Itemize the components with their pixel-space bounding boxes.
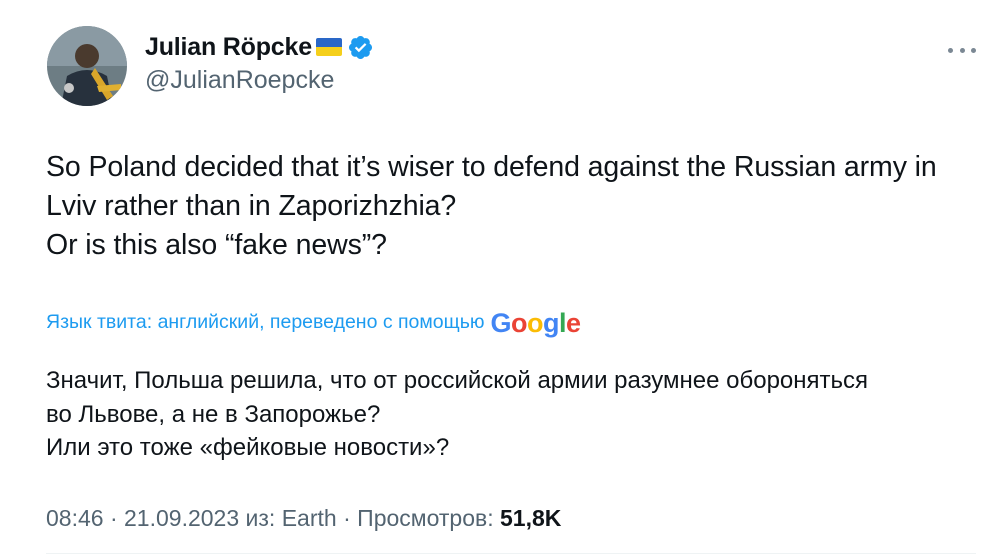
source-prefix: из: [245,505,276,531]
author-block: Julian Röpcke @JulianRoepcke [145,30,374,95]
tweet-date[interactable]: 21.09.2023 [124,505,239,531]
dot [948,47,953,53]
author-name-row: Julian Röpcke [145,30,374,64]
avatar[interactable] [47,26,127,106]
tweet-text: So Poland decided that it’s wiser to def… [46,148,986,265]
ukraine-flag-icon [315,38,342,56]
translated-text-line: Или это тоже «фейковые новости»? [46,434,450,461]
views-count[interactable]: 51,8K [500,505,561,531]
more-options-icon[interactable] [948,46,976,54]
translated-text-line: во Львове, а не в Запорожье? [46,400,381,428]
translation-label: Язык твита: английский, переведено с пом… [46,311,485,333]
views-label[interactable]: Просмотров: [357,505,493,531]
dot [959,47,965,53]
separator: · [336,505,358,531]
dot [971,47,976,53]
divider [46,553,976,554]
verified-badge-icon[interactable] [347,34,374,61]
author-display-name[interactable]: Julian Röpcke [145,33,312,62]
avatar-image [47,26,127,106]
tweet-card: Julian Röpcke @JulianRoepcke So Poland d… [0,0,1000,558]
translation-attribution-link[interactable]: Язык твита: английский, переведено с пом… [46,306,581,338]
author-handle[interactable]: @JulianRoepcke [145,66,374,95]
separator: · [103,505,125,531]
tweet-metadata: 08:46 · 21.09.2023 из: Earth · Просмотро… [46,503,561,533]
tweet-text-line: So Poland decided that it’s wiser to def… [46,151,937,183]
tweet-source: Earth [281,505,337,531]
tweet-time[interactable]: 08:46 [46,505,104,531]
google-logo: Google [490,308,581,338]
tweet-text-line: Lviv rather than in Zaporizhzhia? [46,190,457,222]
translated-text: Значит, Польша решила, что от российской… [46,364,986,465]
translated-text-line: Значит, Польша решила, что от российской… [46,367,869,394]
tweet-text-line: Or is this also “fake news”? [46,229,387,261]
